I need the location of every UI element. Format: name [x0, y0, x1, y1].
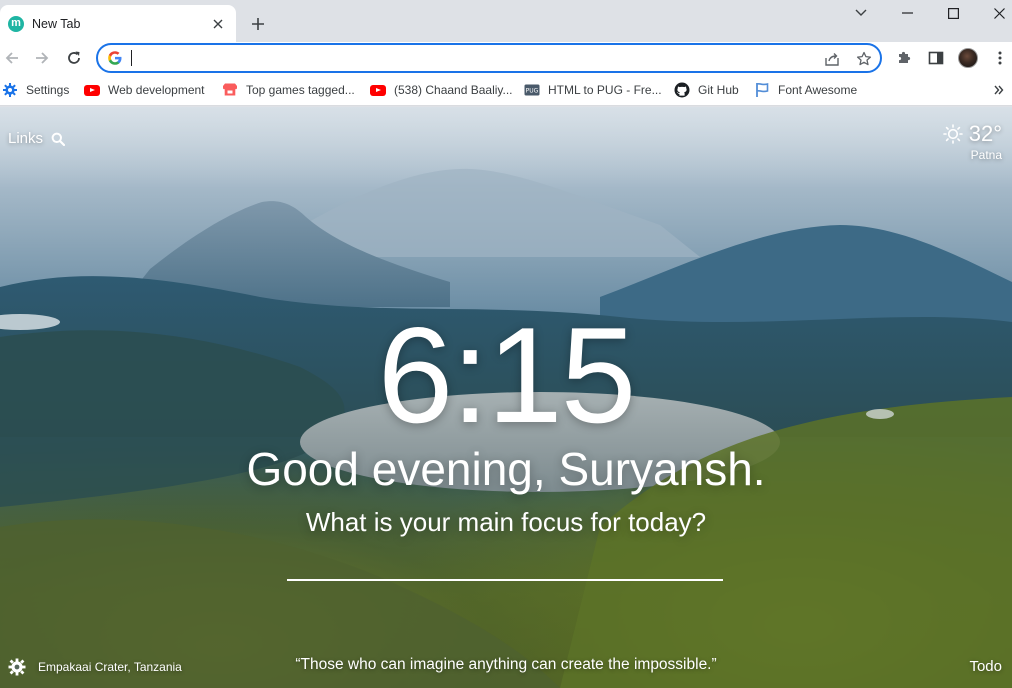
bookmark-star-icon[interactable] — [855, 50, 873, 68]
itchio-icon — [222, 82, 238, 98]
close-window-button[interactable] — [976, 0, 1012, 26]
focus-input[interactable] — [287, 547, 723, 581]
share-icon[interactable] — [823, 50, 841, 68]
bookmark-web-development[interactable]: Web development — [84, 81, 205, 99]
address-input[interactable] — [134, 48, 814, 68]
reload-button[interactable] — [62, 46, 86, 70]
address-bar[interactable] — [96, 43, 882, 73]
todo-button[interactable]: Todo — [969, 658, 1002, 675]
momentum-dashboard: Links 32° Patna 6:15 Good evening, Surya… — [0, 107, 1012, 688]
bookmark-top-games[interactable]: Top games tagged... — [222, 81, 355, 99]
text-cursor — [131, 50, 132, 66]
chrome-menu-icon[interactable] — [989, 47, 1011, 69]
bookmark-chaand-baaliyan[interactable]: (538) Chaand Baaliy... — [370, 81, 513, 99]
close-tab-icon[interactable] — [210, 16, 226, 32]
bookmarks-bar: Settings Web development Top games tagge… — [0, 74, 1012, 106]
gear-icon — [2, 82, 18, 98]
search-icon[interactable] — [51, 132, 66, 146]
minimize-button[interactable] — [884, 0, 930, 26]
extensions-puzzle-icon[interactable] — [893, 47, 915, 69]
links-button[interactable]: Links — [8, 130, 66, 147]
github-icon — [674, 82, 690, 98]
tab-title: New Tab — [32, 16, 81, 31]
maximize-button[interactable] — [930, 0, 976, 26]
daily-quote[interactable]: “Those who can imagine anything can crea… — [0, 656, 1012, 674]
side-panel-icon[interactable] — [925, 47, 947, 69]
bookmark-label: Top games tagged... — [246, 83, 355, 97]
weather-widget[interactable]: 32° Patna — [942, 121, 1002, 162]
avatar — [958, 48, 978, 68]
profile-avatar[interactable] — [957, 47, 979, 69]
bookmark-label: Git Hub — [698, 83, 739, 97]
tab-strip: m New Tab — [0, 0, 1012, 42]
youtube-icon — [84, 82, 100, 98]
sun-icon — [942, 124, 963, 144]
bookmark-label: (538) Chaand Baaliy... — [394, 83, 513, 97]
weather-city: Patna — [970, 148, 1002, 162]
bookmark-label: Settings — [26, 83, 70, 97]
bookmark-font-awesome[interactable]: Font Awesome — [754, 81, 857, 99]
momentum-favicon-icon: m — [8, 15, 24, 32]
bookmark-settings[interactable]: Settings — [2, 81, 69, 99]
bookmark-label: Web development — [108, 83, 205, 97]
tab-new-tab[interactable]: m New Tab — [0, 5, 236, 42]
svg-text:PUG: PUG — [526, 88, 539, 95]
bookmark-html-to-pug[interactable]: PUG HTML to PUG - Fre... — [524, 81, 662, 99]
forward-button[interactable] — [30, 46, 54, 70]
flag-icon — [754, 82, 770, 98]
back-button[interactable] — [0, 46, 24, 70]
bookmark-github[interactable]: Git Hub — [674, 81, 739, 99]
links-label: Links — [8, 130, 44, 147]
more-bookmarks-chevron-icon[interactable] — [994, 82, 1004, 98]
google-icon — [107, 50, 123, 66]
toolbar — [0, 42, 1012, 74]
tab-search-chevron-icon[interactable] — [838, 0, 884, 26]
focus-question: What is your main focus for today? — [305, 507, 707, 537]
weather-temperature: 32° — [968, 121, 1002, 146]
greeting: Good evening, Suryansh. — [246, 443, 766, 495]
youtube-icon — [370, 82, 386, 98]
pug-icon: PUG — [524, 82, 540, 98]
bookmark-label: Font Awesome — [778, 83, 858, 97]
bookmark-label: HTML to PUG - Fre... — [548, 83, 662, 97]
clock: 6:15 — [377, 299, 637, 451]
new-tab-button[interactable] — [246, 12, 270, 36]
